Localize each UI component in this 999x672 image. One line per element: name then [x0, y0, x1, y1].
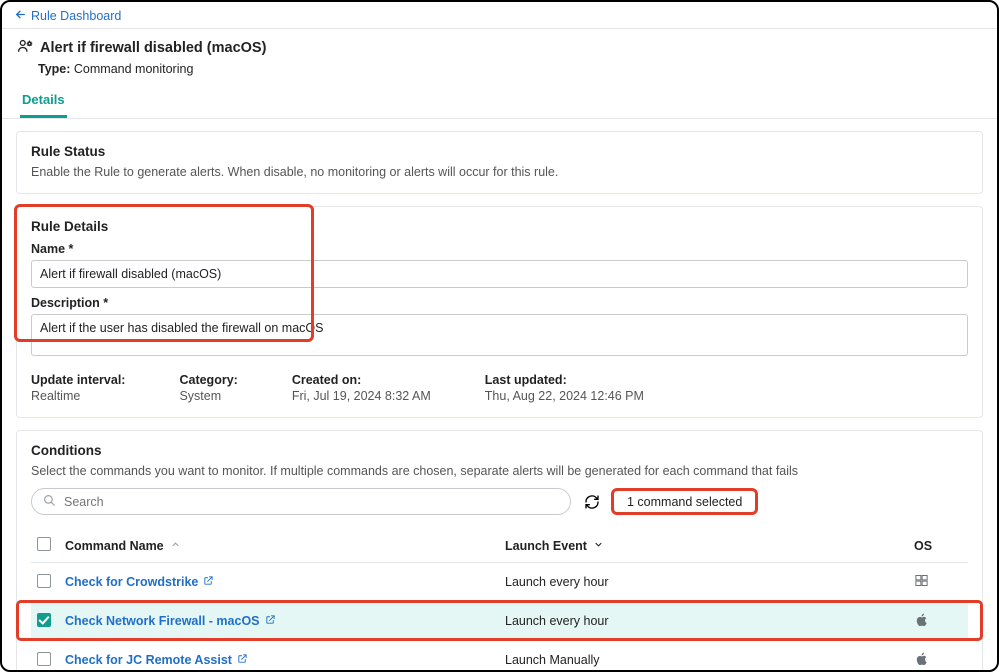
- select-all-checkbox[interactable]: [37, 537, 51, 551]
- breadcrumb-label: Rule Dashboard: [31, 9, 121, 23]
- sort-asc-icon: [170, 539, 181, 550]
- name-field[interactable]: [31, 260, 968, 288]
- update-interval-value: Realtime: [31, 389, 125, 403]
- external-link-icon: [203, 575, 214, 589]
- launch-event-value: Launch every hour: [499, 602, 908, 641]
- external-link-icon: [237, 653, 248, 667]
- last-updated-label: Last updated:: [485, 373, 644, 387]
- launch-event-value: Launch every hour: [499, 563, 908, 602]
- row-checkbox[interactable]: [37, 652, 51, 666]
- users-gear-icon: [16, 37, 34, 58]
- command-search-box[interactable]: [31, 488, 571, 515]
- command-search-input[interactable]: [62, 494, 560, 510]
- command-link[interactable]: Check Network Firewall - macOS: [65, 614, 276, 628]
- apple-icon: [914, 651, 929, 666]
- description-field[interactable]: Alert if the user has disabled the firew…: [31, 314, 968, 356]
- apple-icon: [914, 612, 929, 627]
- breadcrumb-back-link[interactable]: Rule Dashboard: [14, 8, 121, 24]
- last-updated-value: Thu, Aug 22, 2024 12:46 PM: [485, 389, 644, 403]
- type-label: Type:: [38, 62, 70, 76]
- row-checkbox[interactable]: [37, 574, 51, 588]
- conditions-title: Conditions: [31, 443, 968, 458]
- conditions-desc: Select the commands you want to monitor.…: [31, 464, 968, 478]
- command-link[interactable]: Check for JC Remote Assist: [65, 653, 248, 667]
- refresh-icon: [584, 494, 600, 510]
- external-link-icon: [265, 614, 276, 628]
- created-on-label: Created on:: [292, 373, 431, 387]
- row-checkbox[interactable]: [37, 613, 51, 627]
- col-command-name[interactable]: Command Name: [59, 529, 499, 563]
- page-title: Alert if firewall disabled (macOS): [40, 40, 266, 56]
- table-row[interactable]: Check Network Firewall - macOS Launch eve…: [31, 602, 968, 641]
- search-icon: [42, 493, 56, 510]
- windows-icon: [914, 573, 929, 588]
- command-name: Check for Crowdstrike: [65, 575, 198, 589]
- col-os: OS: [908, 529, 968, 563]
- rule-status-title: Rule Status: [31, 144, 968, 159]
- table-row[interactable]: Check for JC Remote Assist Launch Manuall…: [31, 641, 968, 672]
- table-row[interactable]: Check for Crowdstrike Launch every hour: [31, 563, 968, 602]
- description-field-label: Description *: [31, 296, 968, 310]
- name-field-label: Name *: [31, 242, 968, 256]
- chevron-down-icon: [593, 539, 604, 550]
- type-value: Command monitoring: [74, 62, 194, 76]
- command-name: Check for JC Remote Assist: [65, 653, 232, 667]
- col-launch-event[interactable]: Launch Event: [499, 529, 908, 563]
- refresh-button[interactable]: [583, 493, 601, 511]
- arrow-left-icon: [14, 8, 27, 24]
- rule-details-title: Rule Details: [31, 219, 968, 234]
- category-value: System: [179, 389, 237, 403]
- rule-status-desc: Enable the Rule to generate alerts. When…: [31, 165, 968, 179]
- tab-details[interactable]: Details: [20, 84, 67, 118]
- created-on-value: Fri, Jul 19, 2024 8:32 AM: [292, 389, 431, 403]
- update-interval-label: Update interval:: [31, 373, 125, 387]
- category-label: Category:: [179, 373, 237, 387]
- launch-event-value: Launch Manually: [499, 641, 908, 672]
- command-name: Check Network Firewall - macOS: [65, 614, 260, 628]
- command-link[interactable]: Check for Crowdstrike: [65, 575, 214, 589]
- selected-count-text: 1 command selected: [621, 493, 748, 511]
